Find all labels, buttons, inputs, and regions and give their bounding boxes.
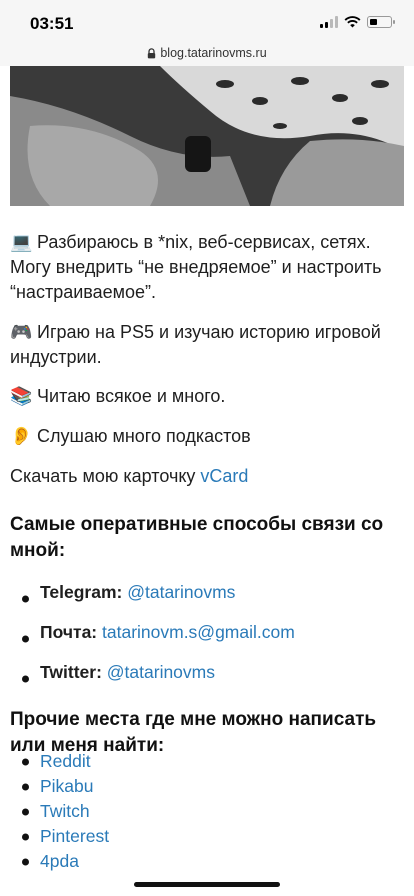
cellular-signal-icon <box>320 16 338 28</box>
contact-twitter: Twitter: @tatarinovms <box>0 659 414 699</box>
4pda-link[interactable]: 4pda <box>40 851 79 871</box>
contacts-list: Telegram: @tatarinovms Почта: tatarinovm… <box>0 579 414 699</box>
hero-photo <box>10 66 404 206</box>
contact-email: Почта: tatarinovm.s@gmail.com <box>0 619 414 659</box>
status-icons <box>320 16 395 28</box>
vcard-line: Скачать мою карточку vCard <box>10 466 249 486</box>
list-item: Pinterest <box>0 824 414 849</box>
gamepad-icon: 🎮 <box>10 322 33 342</box>
list-item: Pikabu <box>0 774 414 799</box>
ear-icon: 👂 <box>10 426 33 446</box>
pikabu-link[interactable]: Pikabu <box>40 776 94 796</box>
list-item: Reddit <box>0 749 414 774</box>
reddit-link[interactable]: Reddit <box>40 751 91 771</box>
about-item-3: 📚 Читаю всякое и много. <box>10 384 404 409</box>
laptop-icon: 💻 <box>10 232 33 252</box>
about-item-4: 👂 Слушаю много подкастов <box>10 424 404 449</box>
wifi-icon <box>344 16 361 28</box>
url-text: blog.tatarinovms.ru <box>160 46 267 60</box>
twitch-link[interactable]: Twitch <box>40 801 90 821</box>
lock-icon <box>148 47 156 58</box>
email-link[interactable]: tatarinovm.s@gmail.com <box>102 622 295 642</box>
contact-telegram: Telegram: @tatarinovms <box>0 579 414 619</box>
address-bar[interactable]: blog.tatarinovms.ru <box>0 40 414 66</box>
other-links-list: Reddit Pikabu Twitch Pinterest 4pda <box>0 749 414 874</box>
vcard-link[interactable]: vCard <box>200 466 248 486</box>
telegram-link[interactable]: @tatarinovms <box>127 582 235 602</box>
status-time: 03:51 <box>30 14 74 33</box>
list-item: Twitch <box>0 799 414 824</box>
list-item: 4pda <box>0 849 414 874</box>
about-item-2: 🎮 Играю на PS5 и изучаю историю игровой … <box>10 322 381 367</box>
books-icon: 📚 <box>10 386 33 406</box>
about-item-1: 💻 Разбираюсь в *nix, веб-сервисах, сетях… <box>10 232 382 302</box>
contacts-heading: Самые оперативные способы связи со мной: <box>10 514 384 561</box>
home-indicator[interactable] <box>134 882 280 887</box>
battery-icon <box>367 16 395 28</box>
pinterest-link[interactable]: Pinterest <box>40 826 109 846</box>
twitter-link[interactable]: @tatarinovms <box>107 662 215 682</box>
